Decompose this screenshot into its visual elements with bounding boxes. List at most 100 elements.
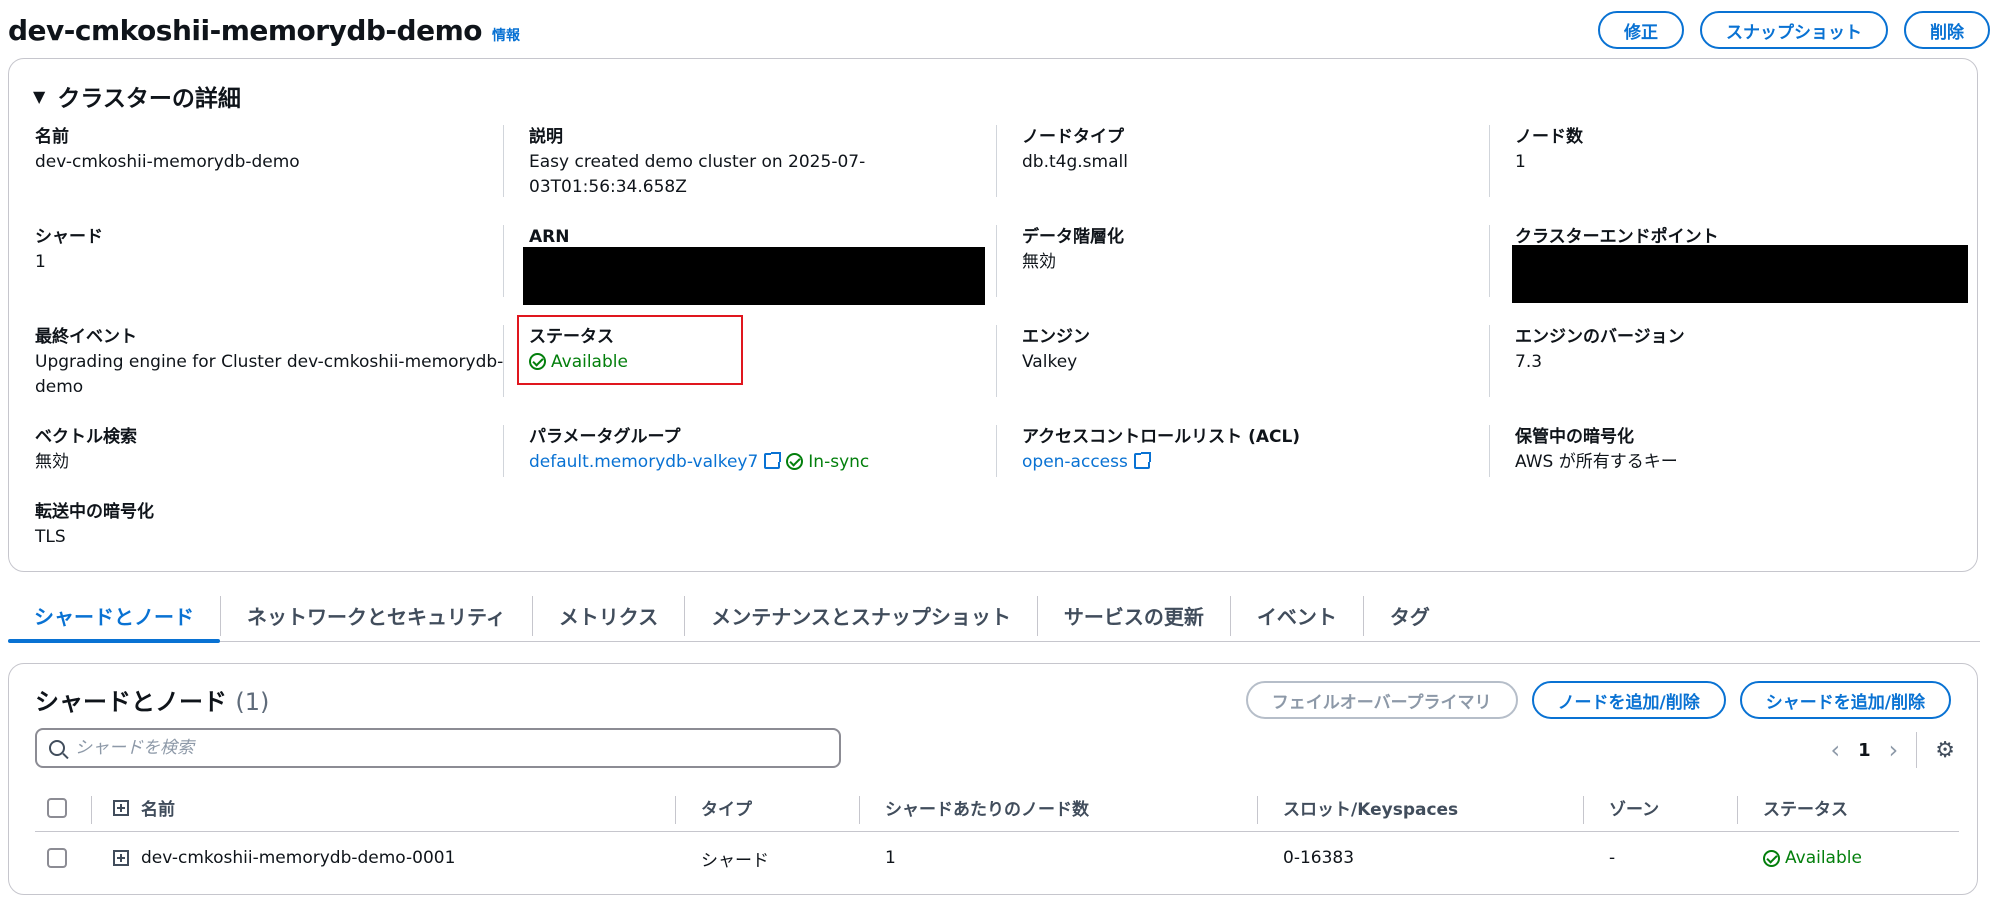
title-wrap: dev-cmkoshii-memorydb-demo 情報: [8, 14, 520, 47]
page-number[interactable]: 1: [1858, 740, 1871, 761]
param-group-value-row: default.memorydb-valkey7 In-sync: [529, 450, 999, 475]
pager-divider: [1916, 732, 1918, 768]
tiering-label: データ階層化: [1022, 227, 1124, 247]
modify-button[interactable]: 修正: [1598, 11, 1684, 49]
name-label: 名前: [35, 127, 69, 147]
detail-name: 名前 dev-cmkoshii-memorydb-demo: [35, 125, 505, 175]
tab-maintenance-snapshots[interactable]: メンテナンスとスナップショット: [685, 595, 1038, 636]
snapshot-button[interactable]: スナップショット: [1700, 11, 1888, 49]
header-actions: 修正 スナップショット 削除: [1598, 11, 1990, 49]
tab-metrics[interactable]: メトリクス: [533, 595, 686, 636]
col-name-label: 名前: [141, 800, 175, 820]
col-zone[interactable]: ゾーン: [1609, 784, 1659, 831]
shards-count: (1): [235, 688, 270, 716]
detail-parameter-group: パラメータグループ default.memorydb-valkey7 In-syn…: [529, 425, 999, 475]
description-value-line1: Easy created demo cluster on 2025-07-: [529, 152, 866, 172]
col-slots[interactable]: スロット/Keyspaces: [1283, 784, 1458, 831]
delete-button[interactable]: 削除: [1904, 11, 1990, 49]
table-row[interactable]: dev-cmkoshii-memorydb-demo-0001 シャード 1 0…: [35, 832, 1959, 884]
section-toggle[interactable]: ▼ クラスターの詳細: [33, 79, 241, 113]
row-name-cell: dev-cmkoshii-memorydb-demo-0001: [113, 832, 455, 884]
status-label: ステータス: [529, 327, 614, 347]
vector-label: ベクトル検索: [35, 427, 137, 447]
info-link[interactable]: 情報: [492, 25, 520, 45]
shard-value: 1: [35, 252, 46, 272]
external-link-icon[interactable]: [764, 452, 782, 469]
check-circle-icon: [529, 353, 546, 370]
failover-primary-button[interactable]: フェイルオーバープライマリ: [1245, 681, 1518, 719]
select-all-checkbox[interactable]: [47, 797, 67, 818]
param-sync-status: In-sync: [786, 452, 869, 472]
row-status-text: Available: [1785, 848, 1862, 868]
header-divider: [1583, 796, 1584, 824]
row-status: Available: [1763, 832, 1862, 884]
col-nodes-per-shard[interactable]: シャードあたりのノード数: [885, 784, 1089, 831]
chevron-right-icon[interactable]: ›: [1889, 736, 1899, 764]
detail-acl: アクセスコントロールリスト (ACL) open-access: [1022, 425, 1492, 475]
tab-service-updates[interactable]: サービスの更新: [1038, 595, 1231, 636]
detail-engine-version: エンジンのバージョン 7.3: [1515, 325, 1985, 375]
acl-label: アクセスコントロールリスト (ACL): [1022, 427, 1301, 447]
shard-search-input[interactable]: [75, 738, 775, 758]
acl-link[interactable]: open-access: [1022, 452, 1128, 472]
add-remove-shard-button[interactable]: シャードを追加/削除: [1739, 681, 1951, 719]
detail-last-event: 最終イベント Upgrading engine for Cluster dev-…: [35, 325, 505, 400]
check-circle-icon: [1763, 849, 1780, 867]
shards-actions: フェイルオーバープライマリ ノードを追加/削除 シャードを追加/削除: [1245, 681, 1951, 719]
row-name: dev-cmkoshii-memorydb-demo-0001: [141, 848, 456, 868]
detail-shards: シャード 1: [35, 225, 505, 275]
param-sync-text: In-sync: [808, 452, 870, 472]
caret-down-icon: ▼: [33, 86, 46, 106]
gear-icon[interactable]: ⚙: [1935, 738, 1955, 763]
col-name[interactable]: 名前: [113, 784, 175, 831]
header-divider: [1257, 796, 1258, 824]
add-remove-node-button[interactable]: ノードを追加/削除: [1531, 681, 1726, 719]
col-status[interactable]: ステータス: [1763, 784, 1848, 831]
row-type: シャード: [701, 850, 769, 871]
acl-value-row: open-access: [1022, 450, 1492, 475]
shards-table: 名前 タイプ シャードあたりのノード数 スロット/Keyspaces ゾーン ス…: [35, 784, 1959, 884]
engine-version-label: エンジンのバージョン: [1515, 327, 1685, 347]
shard-label: シャード: [35, 227, 103, 247]
detail-description: 説明 Easy created demo cluster on 2025-07-…: [529, 125, 999, 200]
pagination: ‹ 1 › ⚙: [1831, 732, 1955, 768]
tab-tags[interactable]: タグ: [1364, 596, 1456, 636]
vector-value: 無効: [35, 452, 69, 472]
shard-search: [35, 728, 841, 768]
tab-bar: シャードとノード ネットワークとセキュリティ メトリクス メンテナンスとスナップ…: [8, 590, 1980, 643]
search-icon: [49, 740, 65, 756]
shards-card: シャードとノード (1) フェイルオーバープライマリ ノードを追加/削除 シャー…: [8, 663, 1978, 895]
external-link-icon[interactable]: [1133, 452, 1151, 469]
header-divider: [91, 796, 92, 824]
last-event-value-line1: Upgrading engine for Cluster dev-cmkoshi…: [35, 352, 504, 372]
select-all-cell: [47, 784, 67, 831]
section-title: クラスターの詳細: [57, 86, 241, 112]
last-event-label: 最終イベント: [35, 327, 137, 347]
row-checkbox[interactable]: [47, 848, 67, 868]
tab-shards-and-nodes[interactable]: シャードとノード: [8, 595, 221, 643]
chevron-left-icon[interactable]: ‹: [1831, 736, 1841, 764]
detail-vector-search: ベクトル検索 無効: [35, 425, 505, 475]
expand-all-icon[interactable]: [113, 799, 129, 816]
endpoint-redacted: [1512, 245, 1968, 303]
row-slots: 0-16383: [1283, 848, 1355, 868]
shards-title: シャードとノード (1): [35, 682, 269, 717]
param-group-label: パラメータグループ: [529, 427, 681, 447]
at-rest-value: AWS が所有するキー: [1515, 452, 1678, 472]
tab-events[interactable]: イベント: [1231, 595, 1364, 636]
last-event-value-line2: demo: [35, 377, 84, 397]
row-nodes: 1: [885, 848, 896, 868]
row-select-cell: [47, 832, 67, 884]
engine-version-value: 7.3: [1515, 352, 1543, 372]
status-text: Available: [551, 352, 628, 372]
tab-network-security[interactable]: ネットワークとセキュリティ: [221, 595, 533, 636]
detail-encryption-at-rest: 保管中の暗号化 AWS が所有するキー: [1515, 425, 1985, 475]
col-type[interactable]: タイプ: [701, 784, 752, 831]
check-circle-icon: [786, 453, 804, 470]
description-value-line2: 03T01:56:34.658Z: [529, 177, 687, 197]
detail-status: ステータス Available: [529, 325, 999, 375]
header-divider: [859, 796, 860, 824]
expand-row-icon[interactable]: [113, 850, 129, 866]
description-label: 説明: [529, 127, 563, 147]
param-group-link[interactable]: default.memorydb-valkey7: [529, 452, 758, 472]
